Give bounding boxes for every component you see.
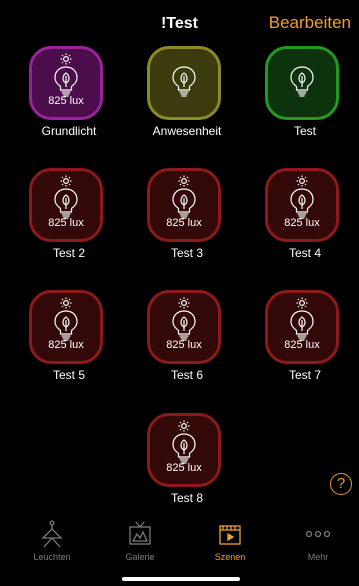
scene-clapper-icon — [190, 520, 270, 548]
tab-szenen[interactable]: Szenen — [190, 520, 270, 562]
lux-value: 825 lux — [284, 339, 320, 351]
scene-tile-box[interactable]: 825 lux — [29, 290, 103, 364]
scene-label: Test 4 — [288, 246, 321, 260]
more-dots-icon — [278, 520, 358, 548]
sun-bulb-icon — [290, 175, 314, 219]
scene-tile-test-4[interactable]: 825 lux Test 4 — [265, 168, 345, 276]
scene-label: Test 3 — [170, 246, 203, 260]
scene-tile-box[interactable] — [265, 46, 339, 120]
scene-tile-box[interactable]: 825 lux — [29, 46, 103, 120]
scene-tile-anwesenheit[interactable]: Anwesenheit — [147, 46, 227, 154]
scene-tile-box[interactable]: 825 lux — [147, 290, 221, 364]
lux-value: 825 lux — [166, 462, 202, 474]
scene-label: Test 2 — [52, 246, 85, 260]
home-indicator — [122, 577, 240, 581]
navigation-bar: !Test Bearbeiten — [0, 0, 359, 46]
sun-bulb-icon — [54, 53, 78, 97]
question-mark-icon: ? — [336, 475, 346, 492]
lamp-icon — [12, 520, 92, 548]
bulb-icon — [172, 66, 196, 97]
scene-label: Test — [293, 124, 316, 138]
sun-bulb-icon — [172, 297, 196, 341]
scene-tile-test-6[interactable]: 825 lux Test 6 — [147, 290, 227, 398]
scene-label: Grundlicht — [41, 124, 97, 138]
lux-value: 825 lux — [48, 95, 84, 107]
scene-tile-test-3[interactable]: 825 lux Test 3 — [147, 168, 227, 276]
scene-tile-box[interactable]: 825 lux — [29, 168, 103, 242]
scene-tile-grundlicht[interactable]: 825 lux Grundlicht — [29, 46, 109, 154]
bulb-icon — [290, 66, 314, 97]
scene-tile-test-5[interactable]: 825 lux Test 5 — [29, 290, 109, 398]
tab-label: Szenen — [214, 552, 246, 562]
edit-button[interactable]: Bearbeiten — [269, 13, 351, 33]
scene-label: Test 6 — [170, 368, 203, 382]
sun-bulb-icon — [172, 175, 196, 219]
tab-label: Mehr — [307, 552, 329, 562]
lux-value: 825 lux — [166, 339, 202, 351]
tab-label: Leuchten — [33, 552, 71, 562]
scene-label: Anwesenheit — [152, 124, 222, 138]
scene-tile-test-2[interactable]: 825 lux Test 2 — [29, 168, 109, 276]
lux-value: 825 lux — [166, 217, 202, 229]
scene-tile-box[interactable] — [147, 46, 221, 120]
scene-tile-test-7[interactable]: 825 lux Test 7 — [265, 290, 345, 398]
lux-value: 825 lux — [284, 217, 320, 229]
gallery-icon — [100, 520, 180, 548]
tab-galerie[interactable]: Galerie — [100, 520, 180, 562]
tab-label: Galerie — [125, 552, 155, 562]
sun-bulb-icon — [54, 297, 78, 341]
scene-tile-box[interactable]: 825 lux — [147, 413, 221, 487]
lux-value: 825 lux — [48, 217, 84, 229]
sun-bulb-icon — [54, 175, 78, 219]
sun-bulb-icon — [290, 297, 314, 341]
scene-label: Test 5 — [52, 368, 85, 382]
help-button[interactable]: ? — [330, 473, 352, 495]
scene-label: Test 8 — [170, 491, 203, 505]
tab-mehr[interactable]: Mehr — [278, 520, 358, 562]
scene-tile-box[interactable]: 825 lux — [265, 290, 339, 364]
scene-tile-test[interactable]: Test — [265, 46, 345, 154]
scene-tile-box[interactable]: 825 lux — [147, 168, 221, 242]
tab-leuchten[interactable]: Leuchten — [12, 520, 92, 562]
sun-bulb-icon — [172, 420, 196, 464]
scene-label: Test 7 — [288, 368, 321, 382]
tab-bar: Leuchten Galerie Szenen Mehr — [0, 516, 359, 586]
lux-value: 825 lux — [48, 339, 84, 351]
scene-tile-box[interactable]: 825 lux — [265, 168, 339, 242]
scene-tile-test-8[interactable]: 825 lux Test 8 — [147, 413, 227, 521]
